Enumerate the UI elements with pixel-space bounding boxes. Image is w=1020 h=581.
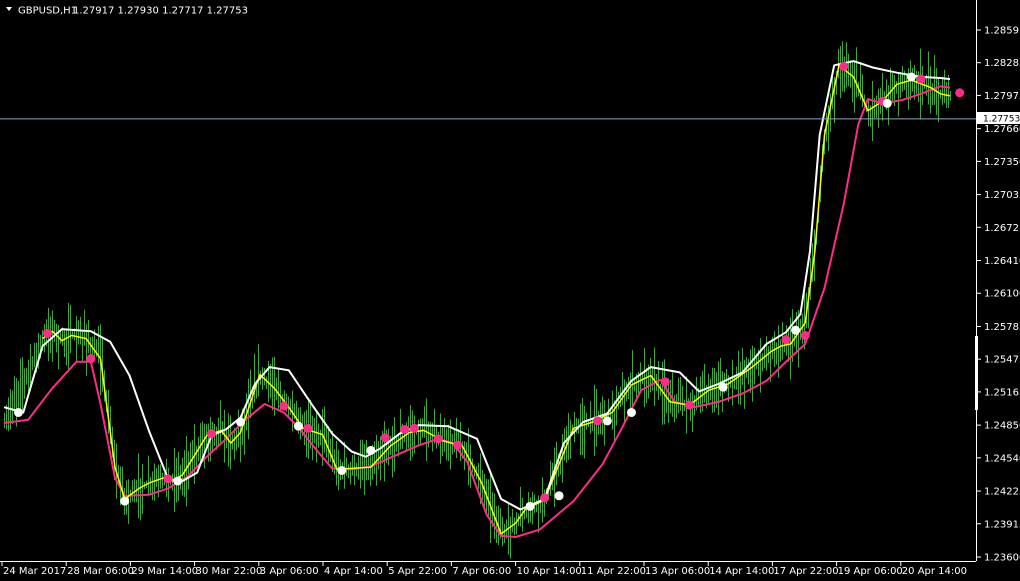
x-tick-label: 19 Apr 06:00 [838,566,903,577]
white-signal-dot [120,496,130,506]
magenta-signal-dot [916,74,926,84]
y-tick-label: 1.25165 [984,387,1020,398]
current-price-box: 1.27753 [977,112,1020,125]
white-signal-dot [13,407,23,417]
x-tick-label: 29 Mar 14:00 [131,566,198,577]
y-tick-label: 1.26100 [984,289,1020,300]
x-tick-label: 20 Apr 14:00 [902,566,967,577]
y-tick-label: 1.28285 [984,58,1020,69]
y-tick-label: 1.24225 [984,487,1020,498]
chart-header: GBPUSD,H1 1.27917 1.27930 1.27717 1.2775… [6,6,248,17]
white-signal-dot [236,417,245,427]
magenta-signal-dot [800,330,810,340]
white-signal-dot [626,407,636,417]
y-tick-label: 1.28595 [984,26,1020,37]
magenta-signal-dot [453,440,463,450]
magenta-signal-dot [540,493,550,503]
y-tick-label: 1.23600 [984,553,1020,564]
x-tick-label: 10 Apr 14:00 [517,566,582,577]
scroll-indicator[interactable] [975,336,978,410]
current-price-label: 1.27753 [983,115,1020,125]
magenta-signal-dot [279,401,289,411]
magenta-signal-dot [781,335,791,345]
y-tick-label: 1.25475 [984,355,1020,366]
price-chart[interactable]: 1.28595 1.28285 1.27975 1.27660 1.27350 1.270… [0,0,1020,581]
magenta-signal-dot [839,61,849,71]
x-tick-label: 5 Apr 22:00 [388,566,447,577]
magenta-signal-dot [593,416,603,426]
x-tick-label: 13 Apr 06:00 [645,566,710,577]
magenta-signal-dot [163,474,173,484]
ohlc-values: 1.27917 1.27930 1.27717 1.27753 [73,6,248,17]
y-tick-label: 1.27660 [984,124,1020,135]
white-signal-dot [337,465,347,475]
magenta-signal-dot [303,423,313,433]
white-signal-dot [718,382,728,392]
y-tick-label: 1.26725 [984,223,1020,234]
magenta-signal-dot [400,424,410,434]
white-signal-dot [293,421,303,431]
x-tick-label: 17 Apr 22:00 [773,566,838,577]
x-tick-label: 4 Apr 14:00 [324,566,383,577]
y-tick-label: 1.24850 [984,421,1020,432]
white-signal-dot [602,416,612,426]
x-tick-label: 7 Apr 06:00 [452,566,511,577]
white-signal-dot [882,98,892,108]
x-tick-label: 14 Apr 14:00 [709,566,774,577]
white-signal-dot [525,501,535,511]
magenta-signal-dot [207,429,217,439]
white-signal-dot [791,325,801,335]
y-tick-label: 1.26410 [984,256,1020,267]
y-tick-label: 1.27975 [984,91,1020,102]
x-tick-label: 28 Mar 06:00 [67,566,134,577]
magenta-signal-dot [409,423,419,433]
x-tick-label: 11 Apr 22:00 [581,566,646,577]
magenta-signal-dot [433,434,443,444]
magenta-signal-dot [42,328,52,338]
y-tick-label: 1.24540 [984,453,1020,464]
white-signal-dot [366,445,376,455]
white-signal-dot [173,476,183,486]
magenta-signal-dot [380,433,390,443]
magenta-signal-dot [955,88,965,98]
y-tick-label: 1.27035 [984,190,1020,201]
white-signal-dot [906,72,916,82]
white-signal-dot [554,491,564,501]
magenta-signal-dot [684,400,694,410]
y-tick-label: 1.25785 [984,322,1020,333]
x-tick-label: 30 Mar 22:00 [196,566,263,577]
y-tick-label: 1.23915 [984,519,1020,530]
y-tick-label: 1.27350 [984,157,1020,168]
x-tick-label: 24 Mar 2017 [3,566,66,577]
symbol-label: GBPUSD,H1 [18,6,77,17]
magenta-signal-dot [660,377,670,387]
x-tick-label: 3 Apr 06:00 [260,566,319,577]
magenta-signal-dot [86,354,96,364]
